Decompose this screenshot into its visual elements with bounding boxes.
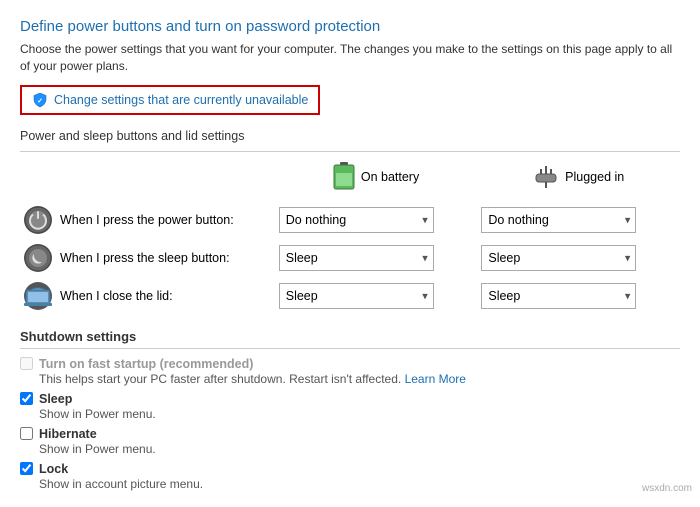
watermark: wsxdn.com [642, 483, 692, 494]
power-sleep-divider [20, 151, 680, 152]
lid-plugged-select[interactable]: Do nothingSleepHibernateShut downTurn of… [481, 283, 636, 309]
plug-icon [533, 164, 559, 190]
sleep-button-icon [24, 244, 52, 272]
power-button-icon [24, 206, 52, 234]
sleep-button-label: When I press the sleep button: [60, 251, 230, 265]
col-plugged-header: Plugged in [477, 162, 680, 201]
sleep-button-plugged-select[interactable]: Do nothingSleepHibernateShut downTurn of… [481, 245, 636, 271]
shutdown-section: Shutdown settings Turn on fast startup (… [20, 329, 680, 491]
shutdown-item-sleep-menu: SleepShow in Power menu. [20, 392, 680, 421]
hibernate-menu-checkbox[interactable] [20, 427, 33, 440]
lock-menu-desc: Show in account picture menu. [39, 477, 680, 491]
fast-startup-title: Turn on fast startup (recommended) [39, 357, 253, 371]
svg-text:✓: ✓ [37, 98, 43, 105]
sleep-button-battery-select[interactable]: Do nothingSleepHibernateShut downTurn of… [279, 245, 434, 271]
page-title: Define power buttons and turn on passwor… [20, 18, 680, 35]
battery-col-label: On battery [361, 170, 419, 184]
lock-menu-checkbox[interactable] [20, 462, 33, 475]
page-description: Choose the power settings that you want … [20, 41, 680, 75]
lid-label: When I close the lid: [60, 289, 173, 303]
power-button-plugged-select[interactable]: Do nothingSleepHibernateShut downTurn of… [481, 207, 636, 233]
change-settings-button[interactable]: ✓ Change settings that are currently una… [20, 85, 320, 115]
power-sleep-section-label: Power and sleep buttons and lid settings [20, 129, 680, 143]
table-row: When I press the sleep button: Do nothin… [20, 239, 680, 277]
shutdown-item-hibernate-menu: HibernateShow in Power menu. [20, 427, 680, 456]
change-settings-label: Change settings that are currently unava… [54, 93, 308, 107]
power-button-label: When I press the power button: [60, 213, 234, 227]
lid-icon [24, 282, 52, 310]
sleep-menu-checkbox[interactable] [20, 392, 33, 405]
table-row: When I close the lid: Do nothingSleepHib… [20, 277, 680, 315]
fast-startup-desc: This helps start your PC faster after sh… [39, 372, 680, 386]
shutdown-section-title: Shutdown settings [20, 329, 680, 344]
battery-icon [333, 162, 355, 192]
hibernate-menu-title: Hibernate [39, 427, 97, 441]
lid-battery-select[interactable]: Do nothingSleepHibernateShut downTurn of… [279, 283, 434, 309]
power-settings-table: On battery Plugged in [20, 162, 680, 315]
table-row: When I press the power button: Do nothin… [20, 201, 680, 239]
col-label-header [20, 162, 275, 201]
shutdown-item-fast-startup: Turn on fast startup (recommended)This h… [20, 357, 680, 386]
shutdown-item-lock-menu: LockShow in account picture menu. [20, 462, 680, 491]
shutdown-divider [20, 348, 680, 349]
sleep-menu-desc: Show in Power menu. [39, 407, 680, 421]
col-battery-header: On battery [275, 162, 478, 201]
lock-menu-title: Lock [39, 462, 68, 476]
sleep-menu-title: Sleep [39, 392, 72, 406]
hibernate-menu-desc: Show in Power menu. [39, 442, 680, 456]
plugged-col-label: Plugged in [565, 170, 624, 184]
power-button-battery-select[interactable]: Do nothingSleepHibernateShut downTurn of… [279, 207, 434, 233]
fast-startup-checkbox[interactable] [20, 357, 33, 370]
fast-startup-learn-more-link[interactable]: Learn More [401, 372, 466, 386]
shield-icon: ✓ [32, 92, 48, 108]
